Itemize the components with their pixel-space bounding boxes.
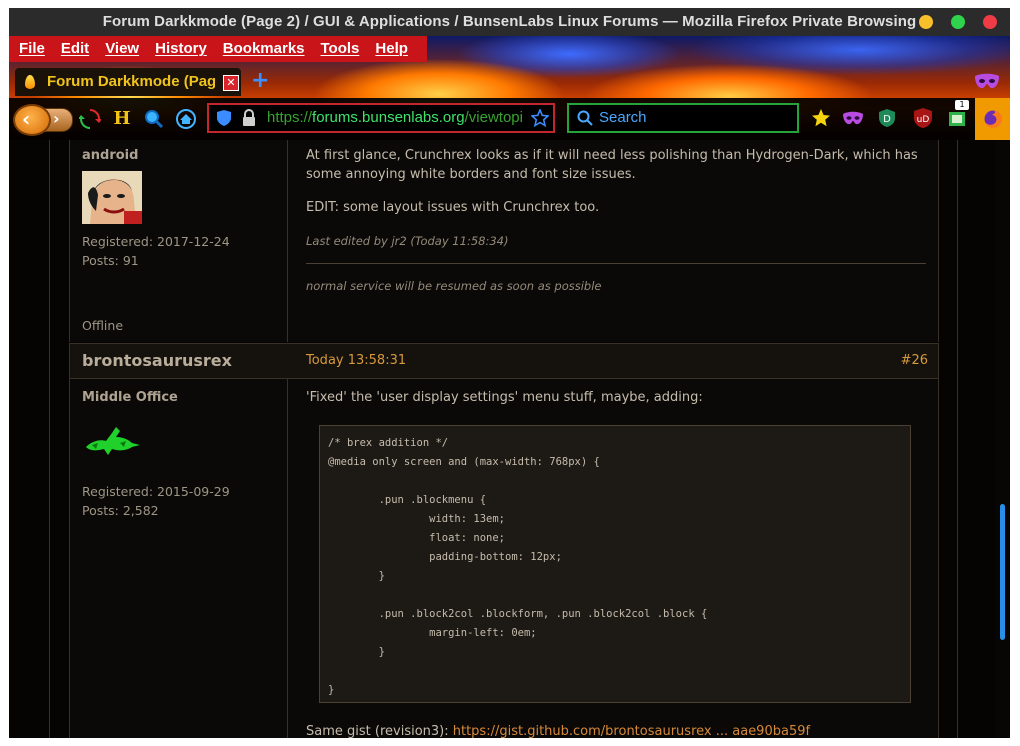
ublock-icon[interactable]: uD [911,106,935,130]
firefox-icon [984,110,1002,128]
private-browsing-mask-icon [975,73,999,89]
post-brontosaurusrex: brontosaurusrex Today 13:58:31 #26 Middl… [69,343,939,738]
search-placeholder: Search [599,109,647,126]
menu-edit[interactable]: Edit [53,36,97,62]
svg-text:D: D [883,114,891,125]
browser-toolbar-area: File Edit View History Bookmarks Tools H… [9,36,1010,140]
url-scheme: https:// [267,109,313,126]
post-body-line: At first glance, Crunchrex looks as if i… [306,148,918,163]
svg-text:uD: uD [917,115,930,125]
window-title: Forum Darkkmode (Page 2) / GUI & Applica… [102,13,917,30]
url-domain: forums.bunsenlabs.org [312,109,465,126]
right-rail [957,140,958,738]
maximize-button[interactable] [951,15,965,29]
menu-bookmarks[interactable]: Bookmarks [215,36,313,62]
menu-view[interactable]: View [97,36,147,62]
home-h-icon[interactable]: H [111,108,133,130]
post-body-edit-note: EDIT: some layout issues with Crunchrex … [306,200,600,215]
post-count: Posts: 91 [82,253,139,268]
post-author-name[interactable]: brontosaurusrex [82,344,232,378]
tab-strip: Forum Darkkmode (Page 2) / GUI & Applica… [9,66,1010,96]
reload-icon[interactable] [79,108,101,130]
signature-divider [306,263,926,264]
favorite-star-icon[interactable] [809,106,833,130]
post-number[interactable]: #26 [901,344,928,378]
post-timestamp[interactable]: Today 13:58:31 [306,344,406,378]
new-tab-icon[interactable]: + [251,70,269,92]
menu-history[interactable]: History [147,36,215,62]
url-path: /viewtopic.php [464,109,523,126]
lock-icon[interactable] [241,109,257,127]
search-icon [577,110,593,126]
post-column-divider [287,140,288,342]
menu-bar: File Edit View History Bookmarks Tools H… [9,36,427,62]
close-tab-icon[interactable]: ✕ [223,75,239,91]
firefox-menu-button[interactable] [975,98,1010,140]
back-button[interactable]: ‹ [13,104,51,136]
home-icon[interactable] [175,108,197,130]
post-author-name[interactable]: android [82,148,138,163]
tab-title: Forum Darkkmode (Page 2) / GUI & Applica… [47,73,215,90]
bookmark-star-icon[interactable] [531,109,549,127]
gist-link[interactable]: https://gist.github.com/brontosaurusrex … [453,724,810,738]
shield-icon[interactable] [215,109,233,127]
post-header: brontosaurusrex Today 13:58:31 #26 [70,343,938,379]
page-content: android Registered: 2017-12-24 Posts: 91… [9,140,1010,738]
code-content: /* brex addition */ @media only screen a… [328,437,708,696]
close-window-button[interactable] [983,15,997,29]
post-body-line: some annoying white borders and font siz… [306,167,636,182]
user-rank: Middle Office [82,390,178,405]
last-edited-note: Last edited by jr2 (Today 11:58:34) [306,234,509,248]
extension-count-badge: 1 [955,100,969,110]
user-avatar [82,171,142,224]
chevron-left-icon: ‹ [22,107,31,131]
gist-line: Same gist (revision3): https://gist.gith… [306,722,810,738]
browser-window: Forum Darkkmode (Page 2) / GUI & Applica… [9,8,1010,738]
post-android: android Registered: 2017-12-24 Posts: 91… [69,140,939,342]
minimize-button[interactable] [919,15,933,29]
mask-extension-icon[interactable] [841,106,865,130]
post-intro-text: 'Fixed' the 'user display settings' menu… [306,390,703,405]
menu-tools[interactable]: Tools [313,36,368,62]
code-block: /* brex addition */ @media only screen a… [319,425,911,703]
registered-date: Registered: 2015-09-29 [82,484,230,499]
left-rail [49,140,50,738]
scrollbar-thumb[interactable] [1000,504,1005,640]
navigation-toolbar: › ‹ H https://forums.bunsenlabs.org/view… [9,98,1010,140]
menu-file[interactable]: File [11,36,53,62]
magnifier-icon[interactable] [143,108,165,130]
signature-text: normal service will be resumed as soon a… [306,279,602,293]
registered-date: Registered: 2017-12-24 [82,234,230,249]
tab-forum-darkkmode[interactable]: Forum Darkkmode (Page 2) / GUI & Applica… [15,68,241,96]
menu-help[interactable]: Help [367,36,416,62]
post-column-divider [287,379,288,738]
online-status: Offline [82,318,124,333]
url-bar[interactable]: https://forums.bunsenlabs.org/viewtopic.… [207,103,555,133]
shield-extension-icon[interactable]: D [875,106,899,130]
post-count: Posts: 2,582 [82,503,159,518]
dinosaur-avatar [86,427,140,455]
scrollbar-track[interactable] [995,140,1010,738]
flame-favicon-icon [25,75,35,89]
url-text[interactable]: https://forums.bunsenlabs.org/viewtopic.… [267,105,523,131]
search-bar[interactable]: Search [567,103,799,133]
chevron-right-icon: › [53,109,60,128]
title-bar: Forum Darkkmode (Page 2) / GUI & Applica… [9,8,1010,36]
gist-prefix: Same gist (revision3): [306,724,453,738]
